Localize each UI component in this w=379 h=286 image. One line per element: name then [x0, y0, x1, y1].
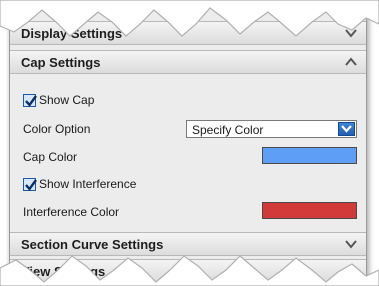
torn-edge-top — [0, 0, 379, 37]
chevron-down-icon[interactable] — [344, 237, 358, 251]
chevron-up-icon[interactable] — [344, 55, 358, 69]
section-title: Section Curve Settings — [21, 237, 164, 252]
cap-color-label: Cap Color — [23, 150, 78, 164]
color-option-label: Color Option — [23, 122, 91, 136]
torn-edge-bottom — [0, 255, 379, 286]
show-cap-checkbox[interactable] — [23, 94, 37, 107]
interference-color-swatch[interactable] — [262, 202, 357, 219]
section-title: Cap Settings — [21, 55, 101, 70]
chevron-down-icon — [341, 125, 352, 133]
checkmark-icon — [25, 95, 37, 107]
show-cap-label: Show Cap — [39, 93, 95, 107]
cap-color-swatch[interactable] — [262, 147, 357, 164]
dropdown-button[interactable] — [338, 122, 355, 136]
interference-color-label: Interference Color — [23, 205, 120, 219]
color-option-select[interactable]: Specify Color — [186, 120, 357, 138]
show-interference-label: Show Interference — [39, 177, 137, 191]
show-interference-checkbox[interactable] — [23, 178, 37, 191]
color-option-value: Specify Color — [192, 123, 264, 137]
section-header-cap-settings[interactable]: Cap Settings — [10, 50, 366, 74]
checkmark-icon — [25, 179, 37, 191]
